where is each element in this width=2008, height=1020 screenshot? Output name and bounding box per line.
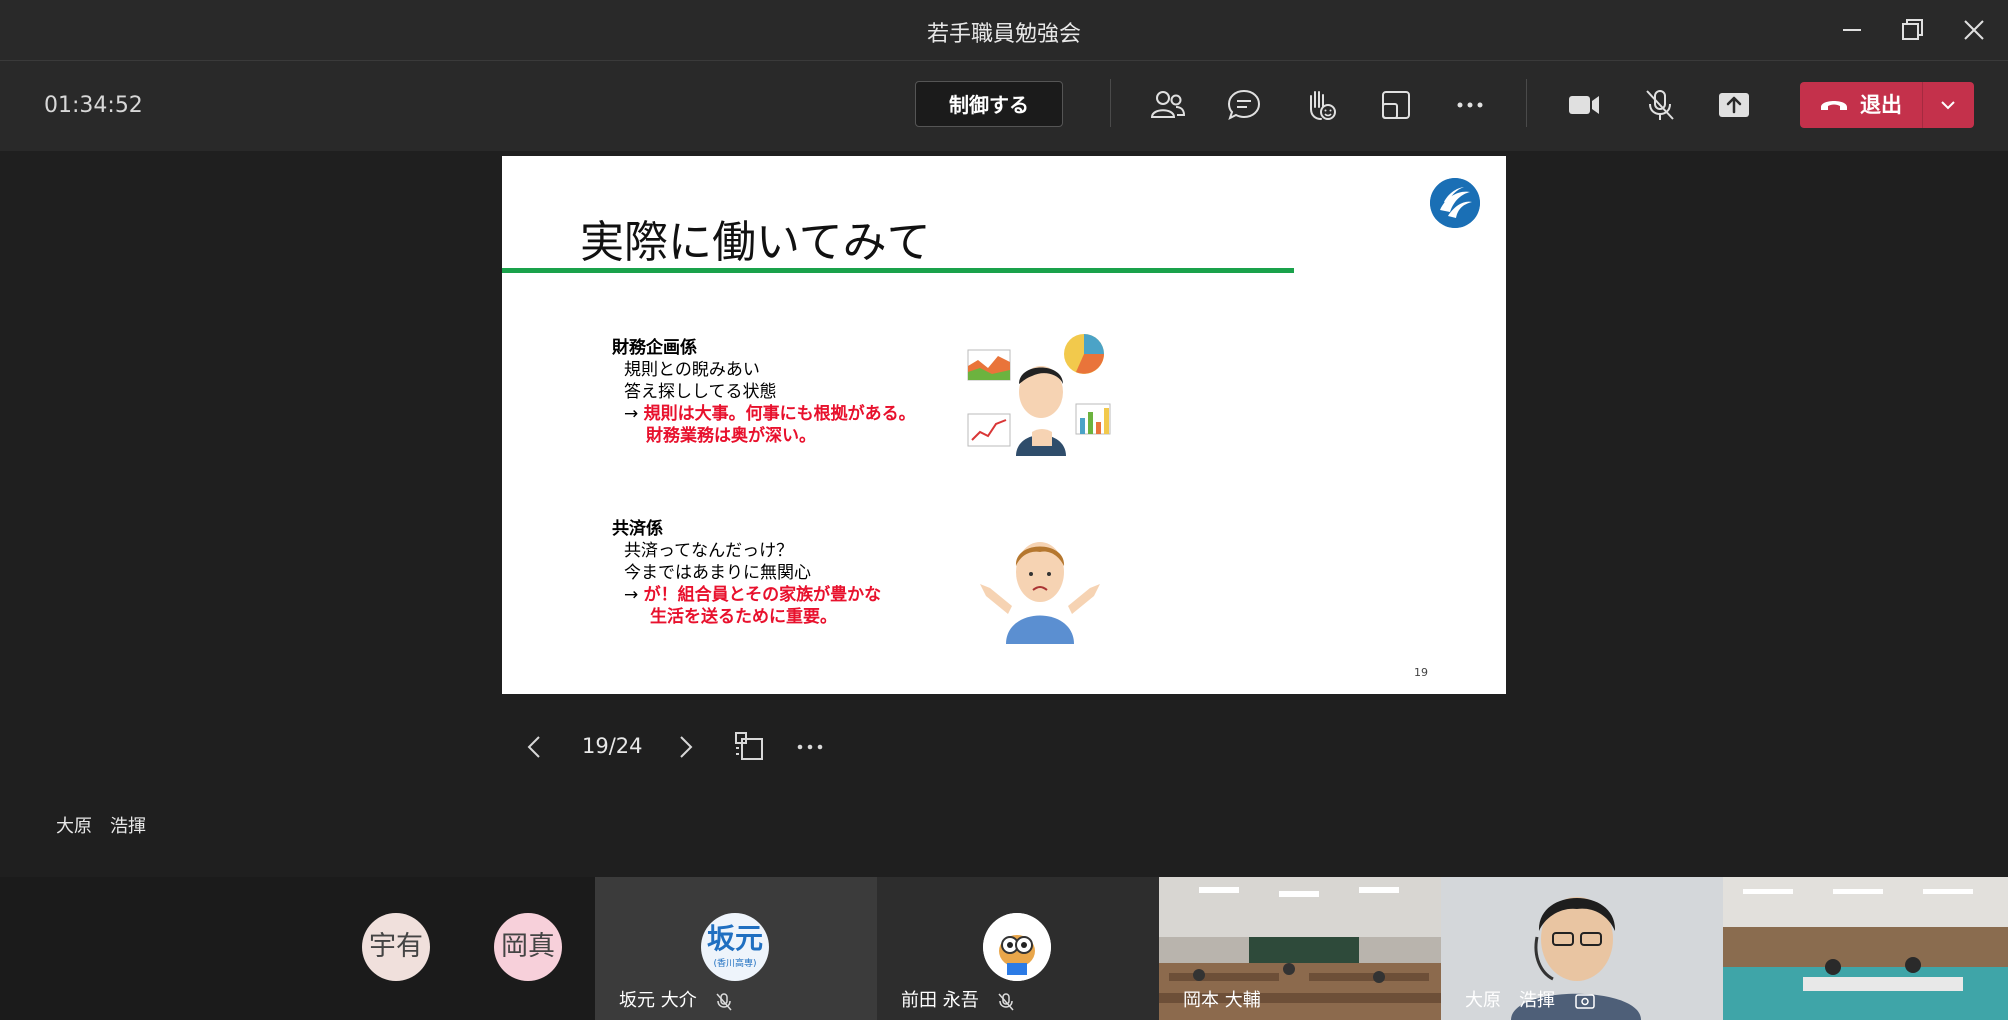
presentation-slide: 実際に働いてみて 財務企画係 規則との睨みあい 答え探ししてる状態 → 規則は大…: [502, 156, 1506, 694]
participant-avatar: [983, 913, 1051, 981]
previous-slide-icon[interactable]: [522, 732, 546, 762]
presenter-name: 大原 浩揮: [56, 816, 146, 837]
slide-more-options-icon[interactable]: [794, 732, 826, 762]
participant-name: 岡本 大輔: [1183, 990, 1261, 1011]
toolbar-divider: [1110, 79, 1111, 127]
participant-name: 前田 永吾: [901, 990, 979, 1011]
participant-tile[interactable]: 前田 永吾: [877, 877, 1159, 1020]
participant-avatar[interactable]: 岡真: [494, 913, 562, 981]
section-line: 今まではあまりに無関心: [624, 563, 811, 583]
slide-section-mutual-aid: 共済係 共済ってなんだっけ？ 今まではあまりに無関心 → が！組合員とその家族が…: [612, 518, 881, 628]
chevron-down-icon[interactable]: [1938, 96, 1958, 114]
avatar-subtext: (香川高専): [713, 959, 757, 969]
leave-label: 退出: [1860, 93, 1902, 117]
cartoon-avatar-icon: [983, 913, 1051, 981]
take-control-button[interactable]: 制御する: [915, 81, 1063, 127]
participant-tile[interactable]: 坂元 (香川高専) 坂元 大介: [595, 877, 877, 1020]
organization-logo: [1430, 178, 1480, 228]
participant-avatar[interactable]: 宇有: [362, 913, 430, 981]
slide-section-finance: 財務企画係 規則との睨みあい 答え探ししてる状態 → 規則は大事。何事にも根拠が…: [612, 337, 916, 447]
participant-video-tile[interactable]: [1723, 877, 2008, 1020]
share-screen-icon[interactable]: [1716, 87, 1752, 123]
avatar-initials: 岡真: [501, 931, 555, 962]
leave-button[interactable]: 退出: [1800, 82, 1974, 128]
window-title: 若手職員勉強会: [926, 22, 1081, 47]
arrow-glyph: →: [624, 585, 639, 605]
restore-icon[interactable]: [1896, 14, 1928, 46]
participants-icon[interactable]: [1150, 87, 1186, 123]
title-underline: [502, 268, 1294, 273]
screen-share-indicator-icon: [1575, 994, 1595, 1009]
reactions-icon[interactable]: [1302, 87, 1338, 123]
slide-counter: 19/24: [582, 734, 643, 758]
slide-thumbnails-icon[interactable]: [733, 730, 765, 762]
mic-muted-icon: [716, 993, 732, 1011]
section-line: 答え探ししてる状態: [624, 382, 777, 402]
meeting-timer: 01:34:52: [44, 93, 143, 118]
participant-name: 大原 浩揮: [1465, 990, 1555, 1011]
highlight-text: 生活を送るために重要。: [650, 607, 837, 627]
camera-icon[interactable]: [1566, 87, 1602, 123]
shrugging-person-illustration: [980, 542, 1100, 644]
arrow-glyph: →: [624, 404, 639, 424]
section-line: 共済ってなんだっけ？: [624, 541, 794, 561]
avatar-text: 坂元: [706, 922, 763, 955]
highlight-text: 財務業務は奥が深い。: [646, 426, 816, 446]
slide-title: 実際に働いてみて: [580, 217, 931, 268]
classroom-wide-video-feed: [1723, 877, 2008, 1020]
participant-avatar: 坂元 (香川高専): [701, 913, 769, 981]
meeting-toolbar: 01:34:52 制御する 退出: [0, 61, 2008, 151]
highlight-text: 規則は大事。何事にも根拠がある。: [643, 404, 916, 424]
slide-page-number: 19: [1414, 666, 1428, 679]
mic-muted-icon[interactable]: [1642, 87, 1678, 123]
section-heading: 共済係: [612, 519, 663, 539]
highlight-text: が！組合員とその家族が豊かな: [643, 585, 882, 605]
close-icon[interactable]: [1958, 14, 1990, 46]
next-slide-icon[interactable]: [674, 732, 698, 762]
title-bar: 若手職員勉強会: [0, 0, 2008, 61]
section-line: 規則との睨みあい: [624, 360, 760, 380]
hang-up-icon: [1821, 101, 1847, 110]
section-heading: 財務企画係: [612, 338, 697, 358]
leave-divider: [1922, 82, 1923, 128]
participant-name: 坂元 大介: [619, 990, 697, 1011]
mic-muted-icon: [998, 993, 1014, 1011]
minimize-icon[interactable]: [1836, 14, 1868, 46]
participant-video-tile[interactable]: 大原 浩揮: [1441, 877, 1723, 1020]
avatar-initials: 宇有: [369, 931, 423, 962]
chat-icon[interactable]: [1226, 87, 1262, 123]
more-options-icon[interactable]: [1452, 87, 1488, 123]
thinking-person-illustration: [967, 334, 1111, 456]
participant-video-tile[interactable]: 岡本 大輔: [1159, 877, 1441, 1020]
breakout-rooms-icon[interactable]: [1378, 87, 1414, 123]
toolbar-divider: [1526, 79, 1527, 127]
